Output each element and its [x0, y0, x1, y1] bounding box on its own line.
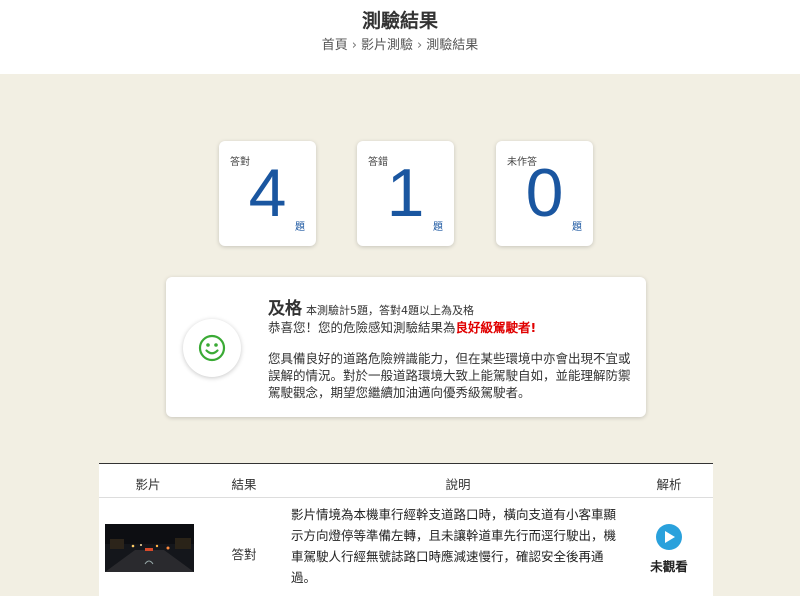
breadcrumb-separator: ›: [351, 38, 357, 53]
result-description: 您具備良好的道路危險辨識能力，但在某些環境中亦會出現不宜或誤解的情況。對於一般道…: [268, 351, 631, 400]
score-value: 0: [525, 155, 564, 231]
video-thumbnail[interactable]: [105, 524, 194, 572]
th-video: 影片: [135, 477, 161, 492]
table-row: 答對 影片情境為本機車行經幹支道路口時，橫向支道有小客車顯示方向燈停等準備左轉，…: [99, 498, 713, 596]
result-summary: 及格 本測驗計5題，答對4題以上為及格 恭喜您！您的危險感知測驗結果為良好級駕駛者…: [166, 277, 646, 417]
breadcrumb: 首頁 › 影片測驗 › 測驗結果: [0, 34, 800, 53]
score-unit: 題: [433, 222, 443, 233]
play-button[interactable]: [656, 524, 682, 550]
result-text: 及格 本測驗計5題，答對4題以上為及格 恭喜您！您的危險感知測驗結果為良好級駕駛者…: [268, 294, 636, 401]
score-unit: 題: [572, 222, 582, 233]
row-status: 未觀看: [650, 559, 688, 574]
th-explanation: 說明: [445, 477, 471, 492]
th-analysis: 解析: [656, 477, 682, 492]
congrats-prefix: 恭喜您！您的危險感知測驗結果為: [268, 320, 456, 335]
table-header: 影片 結果 說明 解析: [99, 464, 713, 498]
score-value: 1: [386, 155, 425, 231]
play-icon: [665, 531, 675, 543]
score-value: 4: [248, 155, 287, 231]
breadcrumb-current: 測驗結果: [426, 38, 479, 53]
score-card-unanswered: 未作答 0 題: [496, 141, 593, 246]
result-rule: 本測驗計5題，答對4題以上為及格: [306, 304, 474, 317]
result-title: 及格: [268, 299, 302, 319]
breadcrumb-separator: ›: [417, 38, 423, 53]
breadcrumb-video-test[interactable]: 影片測驗: [361, 38, 413, 53]
smile-icon: [198, 334, 226, 362]
th-result: 結果: [231, 477, 257, 492]
row-result: 答對: [231, 547, 257, 562]
result-congrats: 恭喜您！您的危險感知測驗結果為良好級駕駛者!: [268, 317, 636, 336]
breadcrumb-home[interactable]: 首頁: [322, 38, 348, 53]
page-title: 測驗結果: [361, 10, 438, 32]
result-icon-circle: [183, 319, 241, 377]
score-unit: 題: [295, 222, 305, 233]
results-table: 影片 結果 說明 解析 答對 影片情境為本機車行經幹支道路口時，橫向支道有小客車…: [99, 463, 713, 596]
score-card-correct: 答對 4 題: [219, 141, 316, 246]
page-header: 測驗結果 首頁 › 影片測驗 › 測驗結果: [0, 0, 800, 74]
row-description: 影片情境為本機車行經幹支道路口時，橫向支道有小客車顯示方向燈停等準備左轉，且未讓…: [291, 507, 617, 585]
congrats-suffix: !: [530, 320, 537, 335]
driver-level: 良好級駕駛者: [455, 320, 531, 335]
score-card-wrong: 答錯 1 題: [357, 141, 454, 246]
